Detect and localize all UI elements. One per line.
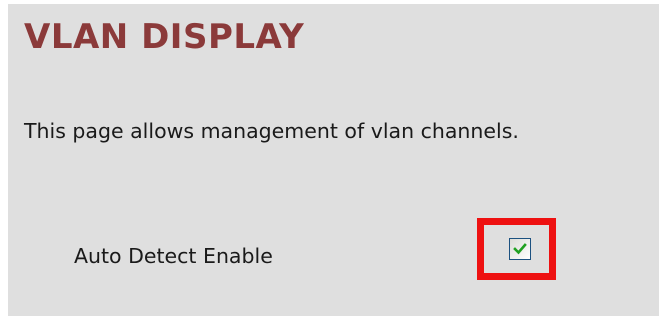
auto-detect-enable-label: Auto Detect Enable: [74, 244, 273, 268]
page-description: This page allows management of vlan chan…: [24, 119, 519, 143]
vlan-display-panel: VLAN DISPLAY This page allows management…: [8, 4, 659, 316]
auto-detect-enable-checkbox[interactable]: [509, 238, 531, 260]
checkmark-icon: [513, 243, 527, 255]
page-title: VLAN DISPLAY: [24, 17, 305, 57]
